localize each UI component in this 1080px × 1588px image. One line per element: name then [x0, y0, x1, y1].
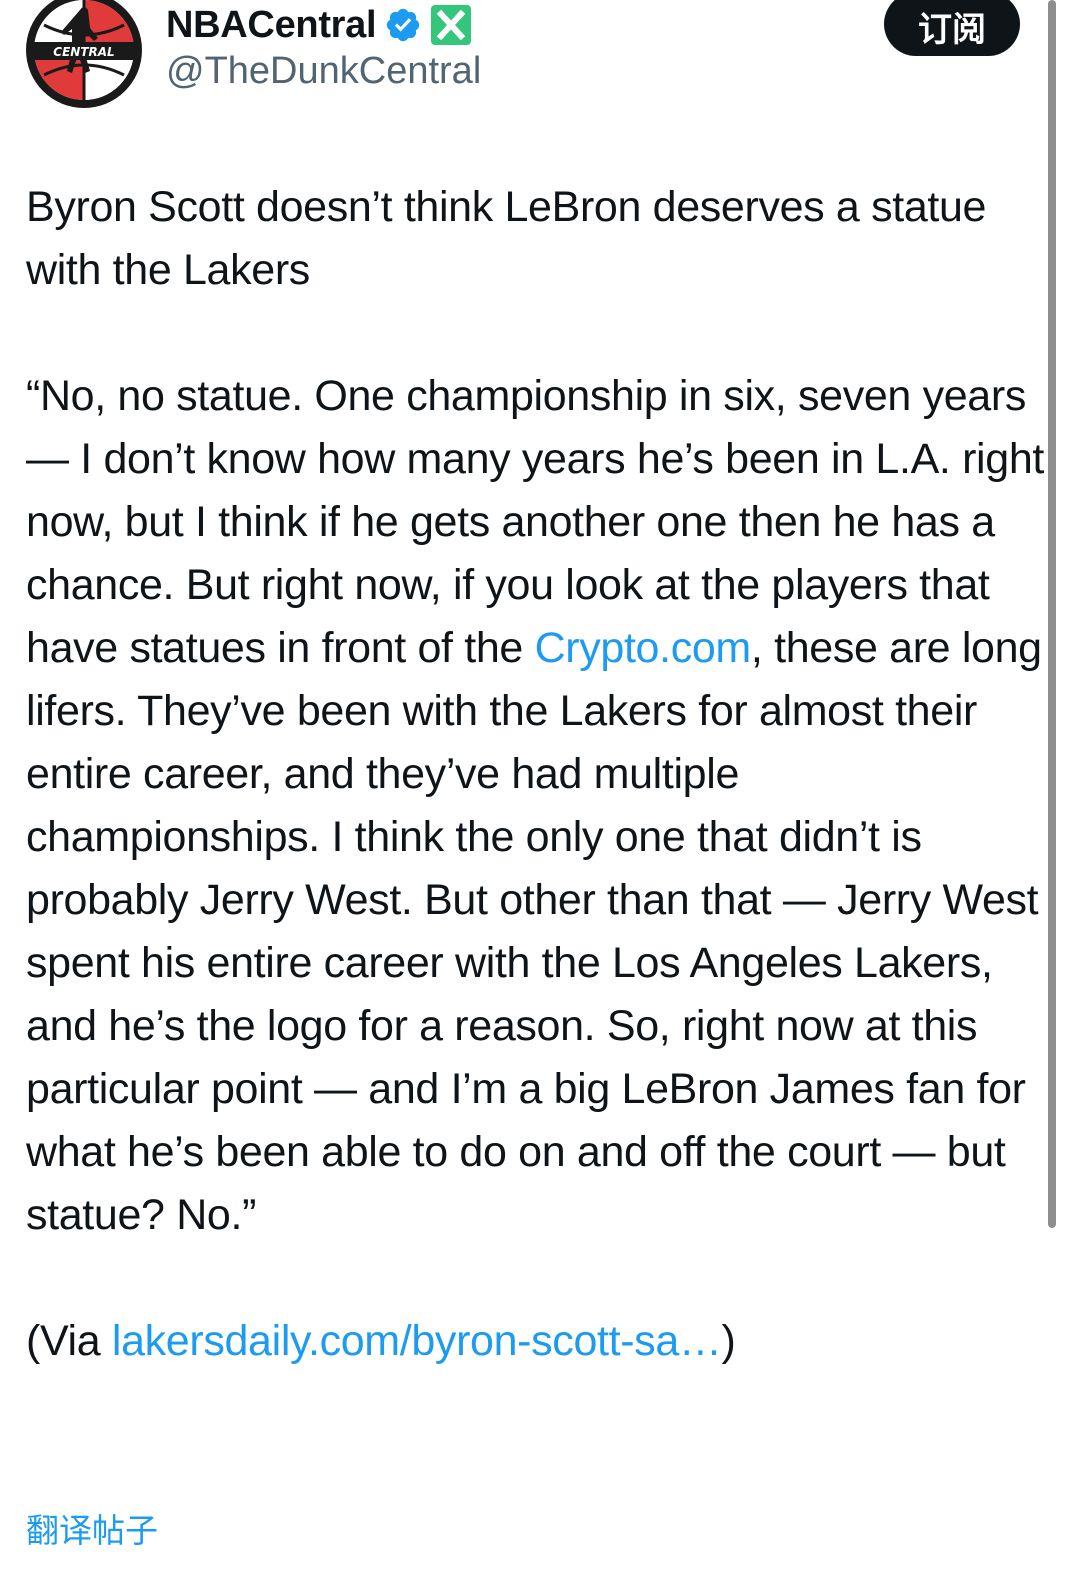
verified-badge-icon[interactable] — [384, 6, 422, 44]
crypto-com-link[interactable]: Crypto.com — [535, 624, 752, 672]
via-suffix: ) — [721, 1317, 736, 1365]
x-affiliate-badge-icon[interactable] — [430, 4, 472, 46]
author-display-name[interactable]: NBACentral — [166, 4, 377, 47]
tweet-headline: Byron Scott doesn’t think LeBron deserve… — [26, 183, 987, 294]
author-avatar[interactable]: CENTRAL — [24, 0, 144, 110]
avatar-logo-text: CENTRAL — [53, 45, 114, 59]
tweet-quote: “No, no statue. One championship in six,… — [26, 365, 1044, 1247]
nba-central-logo-icon: CENTRAL — [26, 0, 142, 108]
translate-post-link[interactable]: 翻译帖子 — [26, 1504, 158, 1552]
tweet-text: Byron Scott doesn’t think LeBron deserve… — [26, 176, 1044, 1373]
author-name-row: NBACentral — [166, 2, 472, 48]
scrollbar[interactable] — [1048, 0, 1056, 1228]
tweet-card: CENTRAL NBACentral @TheDunkCentral 订阅 By… — [0, 0, 1080, 1588]
tweet-source: (Via lakersdaily.com/byron-scott-sa…) — [26, 1310, 1044, 1373]
quote-text-part2: , these are long lifers. They’ve been wi… — [26, 624, 1042, 1239]
subscribe-button[interactable]: 订阅 — [884, 0, 1020, 56]
source-link[interactable]: lakersdaily.com/byron-scott-sa… — [112, 1317, 722, 1365]
author-handle[interactable]: @TheDunkCentral — [166, 50, 481, 93]
via-prefix: (Via — [26, 1317, 112, 1365]
